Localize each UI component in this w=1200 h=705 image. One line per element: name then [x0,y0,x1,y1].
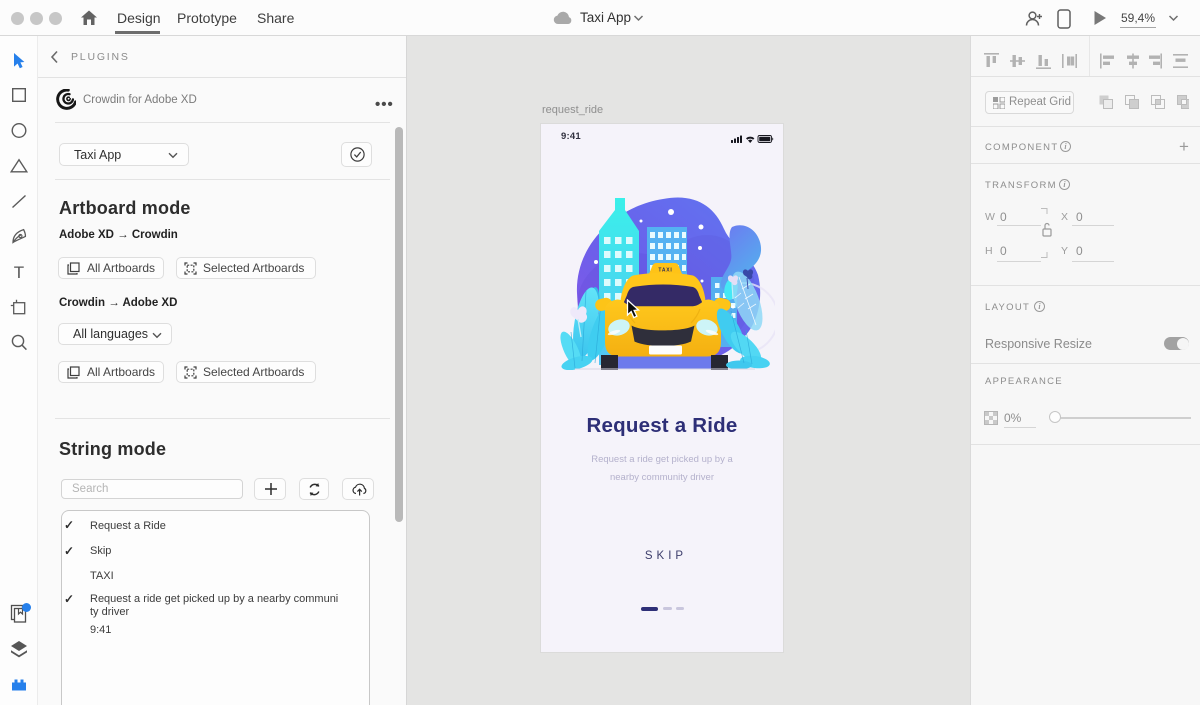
svg-text:TAXI: TAXI [658,268,672,274]
